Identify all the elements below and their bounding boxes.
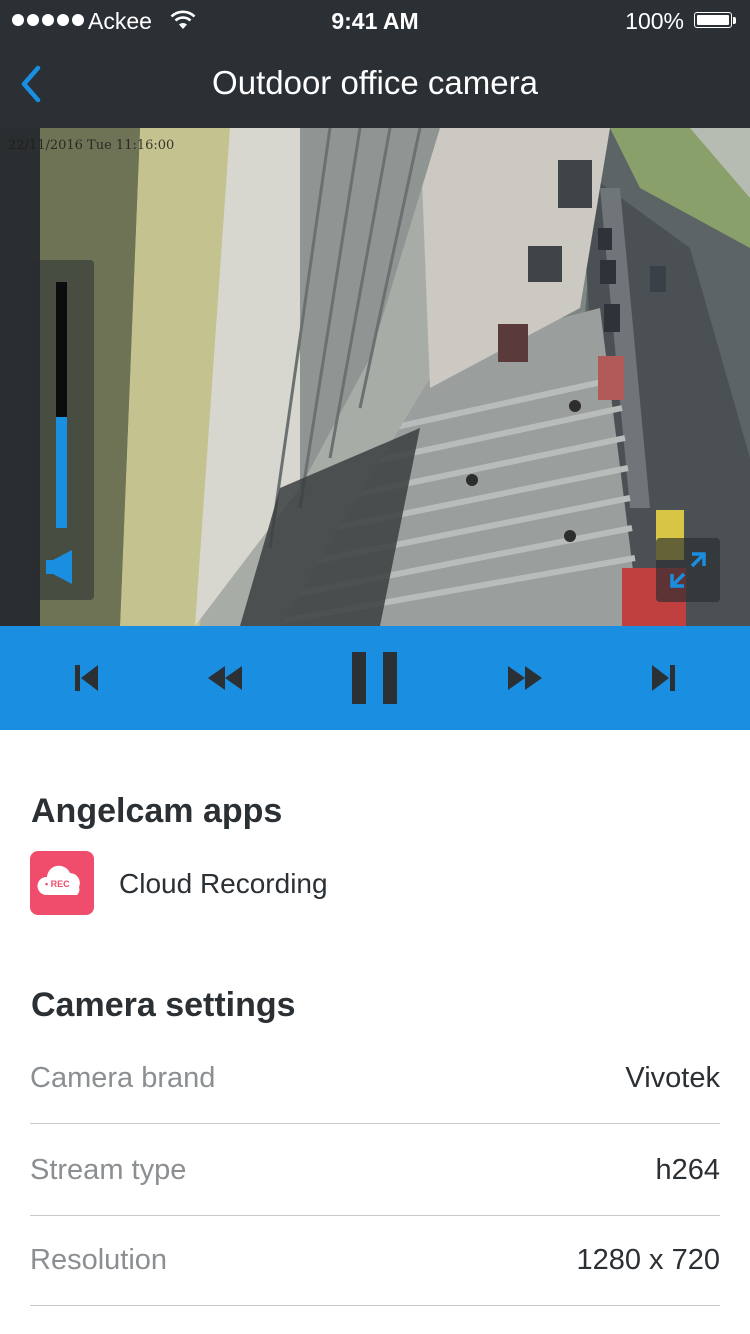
skip-next-button[interactable] (618, 626, 708, 730)
expand-icon (670, 552, 706, 588)
fullscreen-button[interactable] (656, 538, 720, 602)
setting-row-resolution: Resolution 1280 x 720 (30, 1214, 720, 1306)
app-badge: • REC (45, 879, 70, 889)
header: Ackee 9:41 AM 100% Outdoor office camera (0, 0, 750, 128)
battery-icon (694, 12, 738, 30)
app-cloud-recording[interactable]: • REC Cloud Recording (30, 851, 720, 915)
playback-controls (0, 626, 750, 730)
cloud-rec-icon: • REC (30, 851, 94, 915)
skip-previous-icon (75, 665, 98, 691)
skip-previous-button[interactable] (42, 626, 132, 730)
rewind-button[interactable] (180, 626, 270, 730)
camera-video-feed[interactable]: 22/11/2016 Tue 11:16:00 (0, 128, 750, 626)
apps-heading: Angelcam apps (31, 792, 283, 830)
fast-forward-button[interactable] (480, 626, 570, 730)
setting-value: 1280 x 720 (576, 1244, 720, 1276)
battery-percentage: 100% (625, 8, 684, 34)
setting-value: h264 (655, 1154, 720, 1186)
app-label: Cloud Recording (119, 868, 328, 899)
camera-frame (0, 128, 750, 626)
volume-slider[interactable] (30, 260, 94, 600)
pause-icon (352, 652, 397, 704)
setting-label: Camera brand (30, 1062, 216, 1094)
setting-value: Vivotek (625, 1062, 720, 1094)
fast-forward-icon (508, 666, 542, 690)
setting-row-stream-type: Stream type h264 (30, 1124, 720, 1216)
skip-next-icon (652, 665, 675, 691)
volume-track[interactable] (56, 282, 67, 528)
setting-label: Stream type (30, 1154, 187, 1186)
rewind-icon (208, 666, 242, 690)
setting-row-camera-brand: Camera brand Vivotek (30, 1032, 720, 1124)
status-bar: Ackee 9:41 AM 100% (0, 0, 750, 40)
page-title: Outdoor office camera (212, 64, 538, 101)
speaker-icon[interactable] (44, 548, 76, 586)
volume-level (56, 417, 67, 528)
video-timestamp: 22/11/2016 Tue 11:16:00 (8, 138, 175, 153)
settings-heading: Camera settings (31, 986, 296, 1024)
pause-button[interactable] (330, 626, 420, 730)
setting-label: Resolution (30, 1244, 168, 1276)
